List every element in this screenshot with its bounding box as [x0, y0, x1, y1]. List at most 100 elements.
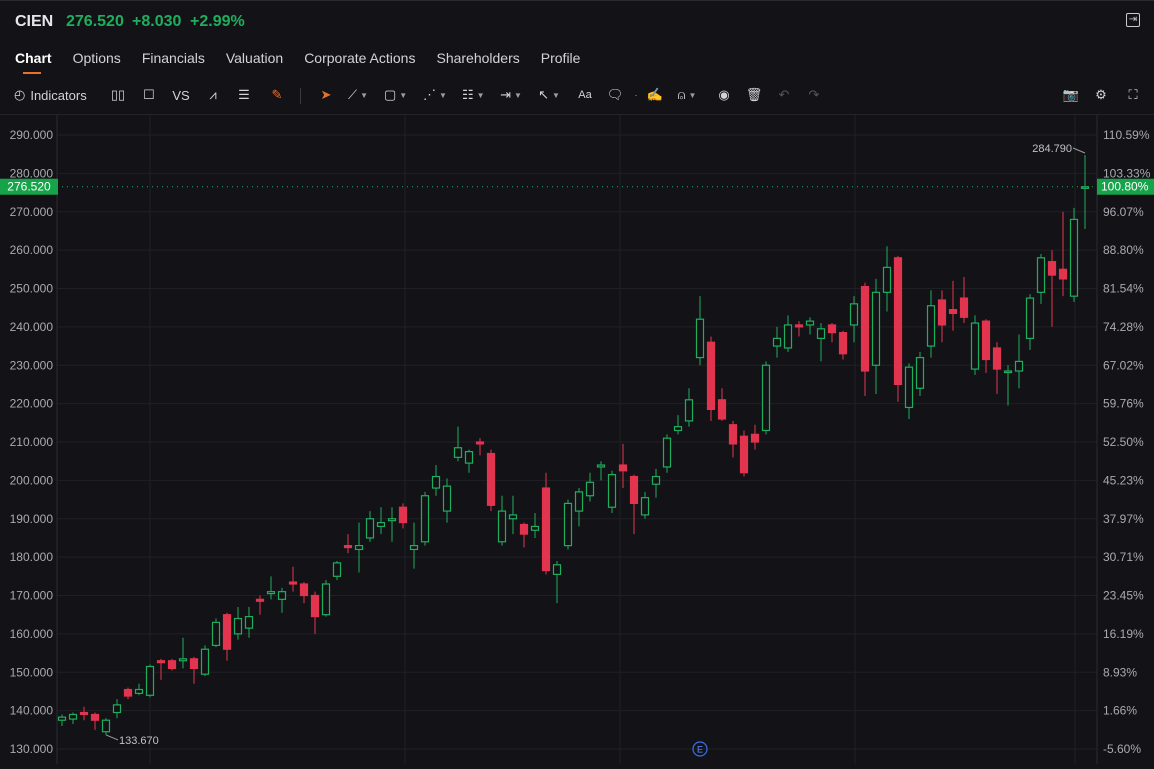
comment-icon[interactable]: 🗨 [604, 84, 626, 106]
fib-tool-icon[interactable]: ☷ ▼ [462, 84, 485, 106]
shape-tool-icon[interactable]: ▢ ▼ [384, 84, 407, 106]
pct-axis-tick-label: 45.23% [1103, 473, 1144, 487]
candle-down [981, 320, 991, 361]
candle-up [871, 291, 881, 366]
magnet-icon[interactable]: ⍝ ▼ [676, 84, 698, 106]
undo-icon[interactable]: ↶ [773, 84, 795, 106]
y-axis-tick-label: 160.000 [10, 627, 54, 641]
candle-up [530, 525, 540, 531]
candle-down [629, 475, 639, 505]
y-axis-tick-label: 180.000 [10, 550, 54, 564]
candle-down [156, 660, 166, 664]
pct-axis-tick-label: 8.93% [1103, 665, 1137, 679]
chart-toolbar: ◴ Indicators ▯▯ ☐ VS ⩘ ☰ ✎ ➤ ⟋ ▼ ▢ ▼ ⋰ ▼ ☷ ▼ … [0, 84, 1154, 110]
exit-fullscreen-icon[interactable]: ⇥ [1126, 13, 1140, 27]
compare-button[interactable]: VS [170, 84, 192, 106]
candle-up [68, 713, 78, 720]
candle-down [959, 297, 969, 318]
candle-up [200, 648, 210, 675]
y-axis-tick-label: 190.000 [10, 512, 54, 526]
pct-axis-tick-label: 1.66% [1103, 704, 1137, 718]
tab-corporate-actions[interactable]: Corporate Actions [304, 50, 415, 74]
trash-icon[interactable]: 🗑 [743, 84, 765, 106]
candle-down [893, 257, 903, 386]
measure-tool-icon[interactable]: ⇥ ▼ [500, 84, 522, 106]
candle-up [1025, 297, 1035, 339]
candle-up [57, 716, 67, 721]
tab-bar: Chart Options Financials Valuation Corpo… [0, 50, 586, 78]
candlestick-type-icon[interactable]: ▯▯ [107, 84, 129, 106]
candle-down [519, 523, 529, 535]
pct-axis-tick-label: 110.59% [1103, 128, 1150, 142]
tab-options[interactable]: Options [73, 50, 121, 74]
low-marker-line [105, 734, 119, 741]
candle-down [860, 285, 870, 372]
tab-financials[interactable]: Financials [142, 50, 205, 74]
chart-indicator-icon[interactable]: ⩘ [202, 84, 224, 106]
candle-up [882, 266, 892, 293]
candle-up [761, 364, 771, 432]
fullscreen-icon[interactable]: ⛶ [1122, 84, 1144, 106]
candle-up [640, 497, 650, 516]
tab-shareholders[interactable]: Shareholders [436, 50, 519, 74]
candle-down [948, 309, 958, 315]
pattern-tool-icon[interactable]: ⋰ ▼ [423, 84, 447, 106]
pct-axis-tick-label: 81.54% [1103, 282, 1144, 296]
cursor-icon[interactable]: ➤ [315, 84, 337, 106]
candlestick-chart[interactable]: 290.000 110.59% 280.000 103.33% 270.000 96.07… [0, 115, 1154, 764]
candle-up [805, 320, 815, 326]
tab-chart[interactable]: Chart [15, 50, 52, 74]
candle-up [816, 328, 826, 339]
pct-axis-tick-label: 59.76% [1103, 397, 1144, 411]
square-icon[interactable]: ☐ [138, 84, 160, 106]
price-chart[interactable]: 290.000 110.59% 280.000 103.33% 270.000 96.07… [0, 114, 1154, 764]
candle-down [937, 299, 947, 326]
tab-valuation[interactable]: Valuation [226, 50, 283, 74]
candle-down [827, 324, 837, 334]
pct-axis-tick-label: 30.71% [1103, 550, 1144, 564]
candle-down [486, 452, 496, 506]
pct-axis-tick-label: 88.80% [1103, 243, 1144, 257]
eye-icon[interactable]: ◉ [713, 84, 735, 106]
pct-axis-tick-label: 74.28% [1103, 320, 1144, 334]
pct-axis-tick-label: 96.07% [1103, 205, 1144, 219]
settings-icon[interactable]: ⚙ [1090, 84, 1112, 106]
arrow-tool-icon[interactable]: ↖ ▼ [538, 84, 560, 106]
redo-icon[interactable]: ↷ [803, 84, 825, 106]
candle-up [673, 426, 683, 432]
candle-up [453, 447, 463, 458]
line-tool-icon[interactable]: ⟋ ▼ [347, 84, 369, 106]
candle-up [354, 545, 364, 551]
camera-icon[interactable]: 📷 [1060, 84, 1082, 106]
candle-up [277, 591, 287, 600]
candle-down [189, 658, 199, 670]
candle-up [211, 621, 221, 646]
candle-up [849, 303, 859, 326]
pct-axis-tick-label: 52.50% [1103, 435, 1144, 449]
y-axis-tick-label: 210.000 [10, 435, 54, 449]
candle-down [123, 688, 133, 697]
candle-down [255, 598, 265, 602]
align-left-icon[interactable]: ☰ [233, 84, 255, 106]
candle-up [662, 437, 672, 468]
candle-up [365, 518, 375, 539]
pct-axis-tick-label: 16.19% [1103, 627, 1144, 641]
indicators-button[interactable]: ◴ Indicators [14, 84, 87, 106]
toolbar-divider [300, 88, 301, 104]
y-axis-tick-label: 240.000 [10, 320, 54, 334]
candle-up [244, 616, 254, 629]
candle-down [288, 581, 298, 585]
candle-up [497, 510, 507, 543]
y-axis-tick-label: 140.000 [10, 704, 54, 718]
price-change-percent: +2.99% [190, 13, 245, 30]
pencil-icon[interactable]: ✎ [266, 84, 288, 106]
candle-down [838, 332, 848, 355]
candle-up [1014, 360, 1024, 372]
tab-profile[interactable]: Profile [541, 50, 581, 74]
brush-icon[interactable]: ✍ [644, 84, 666, 106]
y-axis-tick-label: 230.000 [10, 358, 54, 372]
pct-axis-tick-label: 103.33% [1103, 166, 1151, 180]
y-axis-tick-label: 130.000 [10, 742, 54, 756]
text-tool-button[interactable]: Aa [574, 84, 596, 106]
gauge-icon: ◴ [14, 87, 26, 102]
